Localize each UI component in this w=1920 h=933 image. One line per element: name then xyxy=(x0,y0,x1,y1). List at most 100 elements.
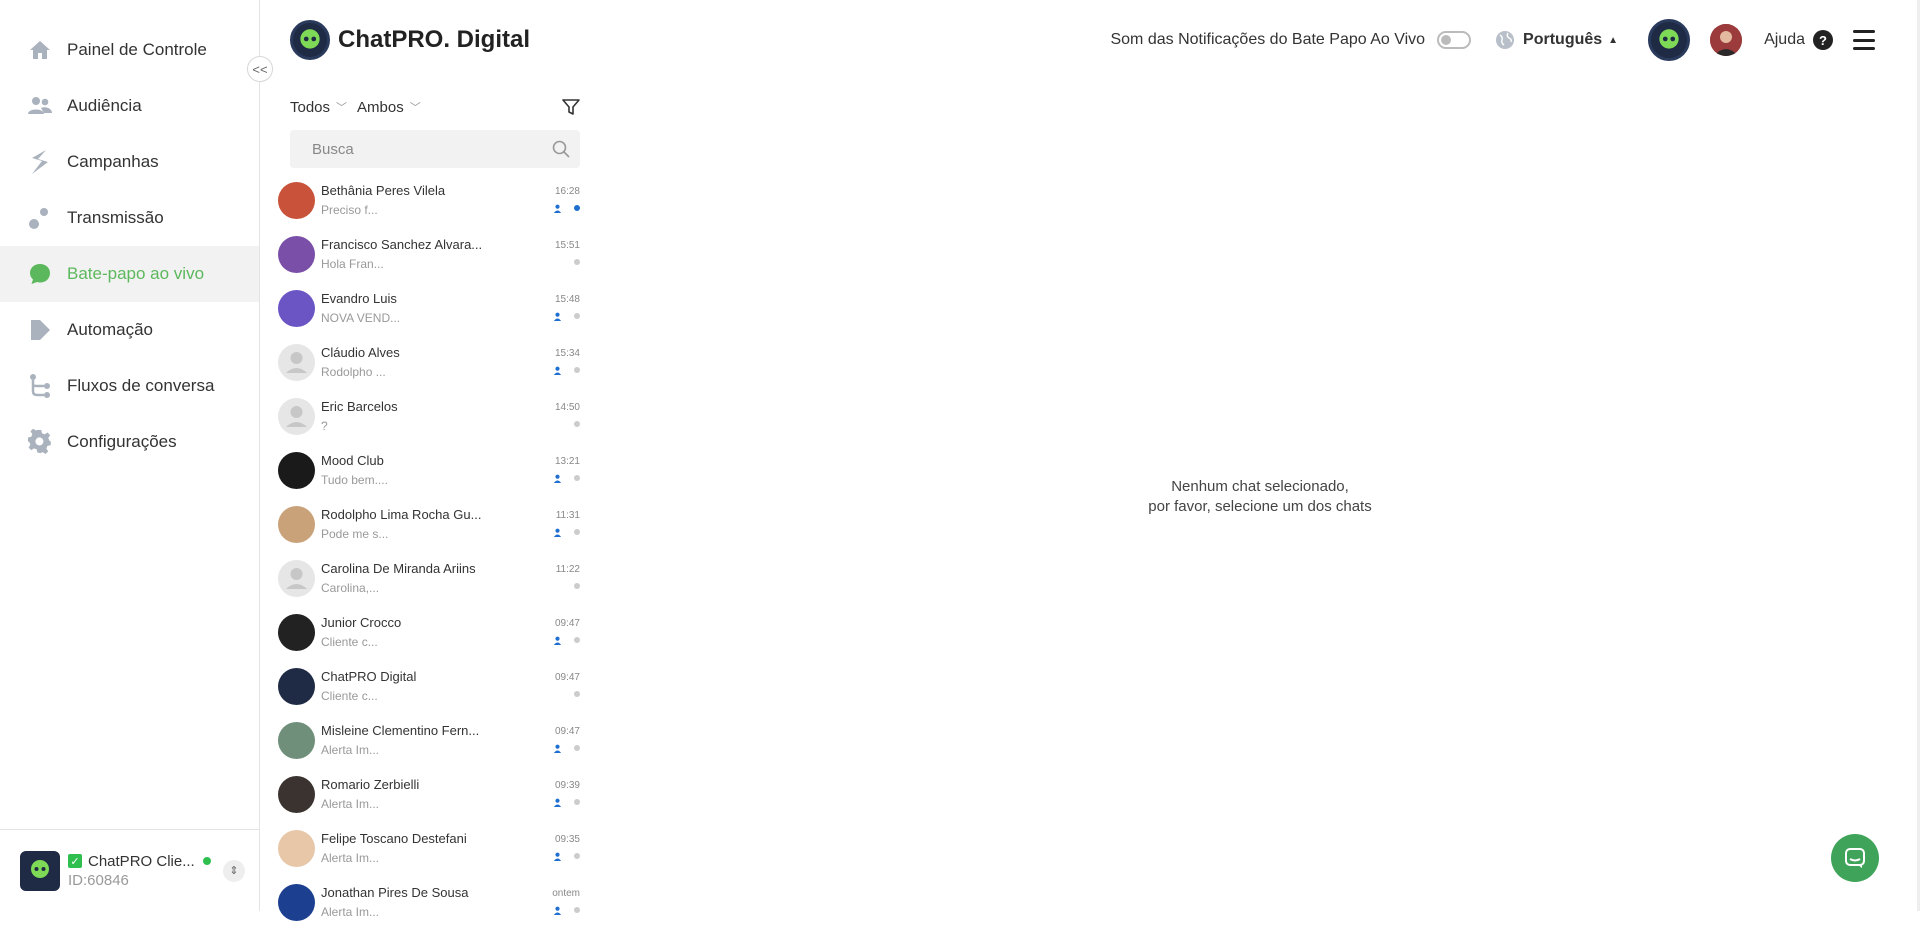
read-status-dot xyxy=(574,583,580,589)
chat-list-item[interactable]: Evandro Luis NOVA VEND... 15:48 xyxy=(278,285,582,339)
read-status-dot xyxy=(574,799,580,805)
chat-contact-name: Cláudio Alves xyxy=(321,345,400,360)
chat-contact-name: Francisco Sanchez Alvara... xyxy=(321,237,483,252)
chat-meta: 15:34 xyxy=(542,339,582,375)
avatar xyxy=(278,452,315,489)
status-filter-dropdown[interactable]: Todos ﹀ xyxy=(290,99,347,116)
sidebar-item-audiencia[interactable]: Audiência xyxy=(0,78,259,134)
chat-list-item[interactable]: Romario Zerbielli Alerta Im... 09:39 xyxy=(278,771,582,825)
filter-icon[interactable] xyxy=(562,98,580,116)
sidebar-item-painel[interactable]: Painel de Controle xyxy=(0,22,259,78)
chat-message-preview: Cliente c... xyxy=(321,635,378,649)
read-status-dot xyxy=(574,907,580,913)
chat-time: 09:39 xyxy=(554,780,580,791)
sidebar-item-configuracoes[interactable]: Configurações xyxy=(0,414,259,470)
chat-meta: 15:51 xyxy=(542,231,582,267)
chat-contact-name: Romario Zerbielli xyxy=(321,777,420,792)
chat-time: 16:28 xyxy=(554,186,580,197)
brand[interactable]: ChatPRO. Digital xyxy=(290,20,530,60)
assigned-agent-icon xyxy=(553,852,562,861)
chat-time: 15:34 xyxy=(554,348,580,359)
sidebar-item-label: Automação xyxy=(67,320,153,339)
collapse-sidebar-button[interactable]: << xyxy=(247,56,273,82)
read-status-dot xyxy=(574,259,580,265)
chat-contact-name: Carolina De Miranda Ariins xyxy=(321,561,476,576)
account-name-row: ✓ ChatPRO Clie... xyxy=(68,853,223,870)
chat-contact-name: ChatPRO Digital xyxy=(321,669,417,684)
chat-message-preview: ? xyxy=(321,419,328,433)
help-icon[interactable]: ? xyxy=(1813,30,1833,50)
avatar xyxy=(278,182,315,219)
top-bar: Som das Notificações do Bate Papo Ao Viv… xyxy=(1110,19,1875,61)
chat-message-preview: Alerta Im... xyxy=(321,743,380,757)
chat-list-item[interactable]: ChatPRO Digital Cliente c... 09:47 xyxy=(278,663,582,717)
account-switcher[interactable]: ✓ ChatPRO Clie... ID:60846 ⇕ xyxy=(0,829,259,911)
channel-filter-dropdown[interactable]: Ambos ﹀ xyxy=(357,99,421,116)
status-filter-value: Todos xyxy=(290,98,331,116)
support-chat-button[interactable] xyxy=(1831,834,1879,882)
chat-list-item[interactable]: Misleine Clementino Fern... Alerta Im... 0… xyxy=(278,717,582,771)
chat-time: 13:21 xyxy=(554,456,580,467)
hamburger-menu-icon[interactable] xyxy=(1853,30,1875,50)
user-avatar[interactable] xyxy=(1710,24,1743,56)
search-icon[interactable] xyxy=(552,140,570,158)
avatar xyxy=(278,668,315,705)
chat-list-item[interactable]: Francisco Sanchez Alvara... Hola Fran... 1… xyxy=(278,231,582,285)
chat-message-preview: Hola Fran... xyxy=(321,257,384,271)
sidebar-item-automacao[interactable]: Automação xyxy=(0,302,259,358)
chat-meta: 09:35 xyxy=(542,825,582,861)
chat-status-icons xyxy=(542,689,580,699)
caret-up-icon[interactable]: ▲ xyxy=(1608,35,1618,46)
sidebar-item-transmissao[interactable]: Transmissão xyxy=(0,190,259,246)
sidebar-item-bate-papo[interactable]: Bate-papo ao vivo xyxy=(0,246,259,302)
chevron-updown-icon[interactable]: ⇕ xyxy=(223,859,245,882)
chat-list-item[interactable]: Eric Barcelos? 14:50 xyxy=(278,393,582,447)
chat-list-item[interactable]: Jonathan Pires De Sousa Alerta Im... ontem xyxy=(278,879,582,933)
help-link[interactable]: Ajuda xyxy=(1764,31,1805,49)
chat-list-item[interactable]: Mood Club Tudo bem.... 13:21 xyxy=(278,447,582,501)
channel-filter-value: Ambos xyxy=(357,98,404,116)
chat-list-item[interactable]: Felipe Toscano Destefani Alerta Im... 09:3… xyxy=(278,825,582,879)
chat-status-icons xyxy=(542,311,580,321)
chat-time: 09:35 xyxy=(554,834,580,845)
chat-contact-name: Rodolpho Lima Rocha Gu... xyxy=(321,507,482,522)
avatar xyxy=(278,722,315,759)
chat-status-icons xyxy=(542,905,580,915)
chat-list-item[interactable]: Rodolpho Lima Rocha Gu... Pode me s... 11:… xyxy=(278,501,582,555)
chat-message-preview: Alerta Im... xyxy=(321,797,380,811)
chat-status-icons xyxy=(542,203,580,213)
search-input[interactable] xyxy=(312,140,552,158)
chat-list-item[interactable]: Cláudio Alves Rodolpho ... 15:34 xyxy=(278,339,582,393)
chat-meta: 15:48 xyxy=(542,285,582,321)
globe-icon xyxy=(1496,31,1515,49)
account-info: ✓ ChatPRO Clie... ID:60846 xyxy=(68,853,223,889)
chat-meta: 11:22 xyxy=(542,555,582,591)
campaigns-icon xyxy=(27,149,53,175)
chat-message-preview: Rodolpho ... xyxy=(321,365,386,379)
language-selector[interactable]: Português xyxy=(1523,31,1602,49)
chat-contact-name: Eric Barcelos xyxy=(321,399,398,414)
gear-icon xyxy=(27,429,53,455)
sidebar-item-label: Campanhas xyxy=(67,152,159,171)
chat-contact-name: Evandro Luis xyxy=(321,291,397,306)
sidebar-item-label: Bate-papo ao vivo xyxy=(67,264,205,283)
chat-list-item[interactable]: Carolina De Miranda Ariins Carolina,... 11… xyxy=(278,555,582,609)
notification-sound-toggle[interactable] xyxy=(1437,31,1472,49)
chat-time: 15:51 xyxy=(554,240,580,251)
sidebar-item-campanhas[interactable]: Campanhas xyxy=(0,134,259,190)
chat-meta: 09:39 xyxy=(542,771,582,807)
chat-list-item[interactable]: Junior Crocco Cliente c... 09:47 xyxy=(278,609,582,663)
sidebar-item-fluxos[interactable]: Fluxos de conversa xyxy=(0,358,259,414)
chat-status-icons xyxy=(542,257,580,267)
chat-filters: Todos ﹀ Ambos ﹀ xyxy=(290,96,580,118)
chat-message-preview: Cliente c... xyxy=(321,689,378,703)
chat-list-item[interactable]: Bethânia Peres Vilela Preciso f... 16:28 xyxy=(278,177,582,231)
chat-time: 09:47 xyxy=(554,672,580,683)
chat-status-icons xyxy=(542,527,580,537)
chat-meta: 13:21 xyxy=(542,447,582,483)
chat-contact-name: Bethânia Peres Vilela xyxy=(321,183,446,198)
bot-avatar[interactable] xyxy=(1648,19,1691,61)
assigned-agent-icon xyxy=(553,204,562,213)
avatar xyxy=(278,236,315,273)
account-name: ChatPRO Clie... xyxy=(88,852,195,870)
